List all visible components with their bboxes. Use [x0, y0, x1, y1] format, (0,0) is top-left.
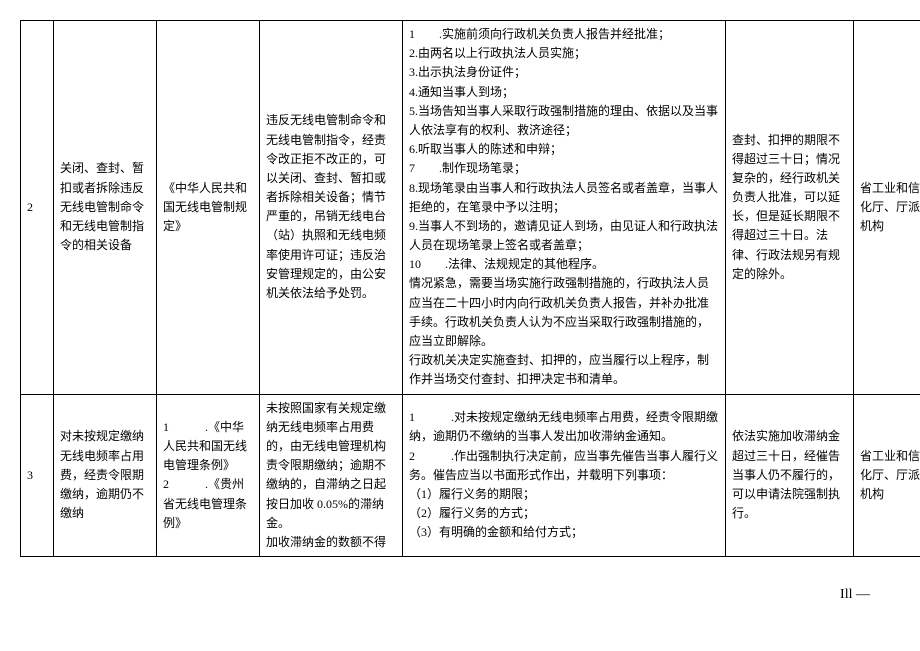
agency: 省工业和信息化厅、厅派出机构 [854, 394, 920, 557]
legal-basis: 《中华人民共和国无线电管制规定》 [157, 21, 260, 395]
table-row: 2 关闭、查封、暂扣或者拆除违反无线电管制命令和无线电管制指令的相关设备 《中华… [21, 21, 920, 395]
item-name: 对未按规定缴纳无线电频率占用费，经责令限期缴纳，逾期仍不缴纳 [54, 394, 157, 557]
page-number: Ill — [20, 587, 900, 603]
deadline: 查封、扣押的期限不得超过三十日；情况复杂的，经行政机关负责人批准，可以延长，但是… [726, 21, 854, 395]
item-name: 关闭、查封、暂扣或者拆除违反无线电管制命令和无线电管制指令的相关设备 [54, 21, 157, 395]
deadline: 依法实施加收滞纳金超过三十日，经催告当事人仍不履行的，可以申请法院强制执行。 [726, 394, 854, 557]
legal-basis: 1 .《中华人民共和国无线电管理条例》2 .《贵州省无线电管理条例》 [157, 394, 260, 557]
row-number: 3 [21, 394, 54, 557]
condition: 违反无线电管制命令和无线电管制指令，经责令改正拒不改正的，可以关闭、查封、暂扣或… [260, 21, 403, 395]
agency: 省工业和信息化厅、厅派出机构 [854, 21, 920, 395]
condition: 未按照国家有关规定缴纳无线电频率占用费的，由无线电管理机构责令限期缴纳；逾期不缴… [260, 394, 403, 557]
row-number: 2 [21, 21, 54, 395]
procedure: 1 .对未按规定缴纳无线电频率占用费，经责令限期缴纳，逾期仍不缴纳的当事人发出加… [403, 394, 726, 557]
regulation-table: 2 关闭、查封、暂扣或者拆除违反无线电管制命令和无线电管制指令的相关设备 《中华… [20, 20, 920, 557]
procedure: 1 .实施前须向行政机关负责人报告并经批准；2.由两名以上行政执法人员实施；3.… [403, 21, 726, 395]
table-row: 3 对未按规定缴纳无线电频率占用费，经责令限期缴纳，逾期仍不缴纳 1 .《中华人… [21, 394, 920, 557]
